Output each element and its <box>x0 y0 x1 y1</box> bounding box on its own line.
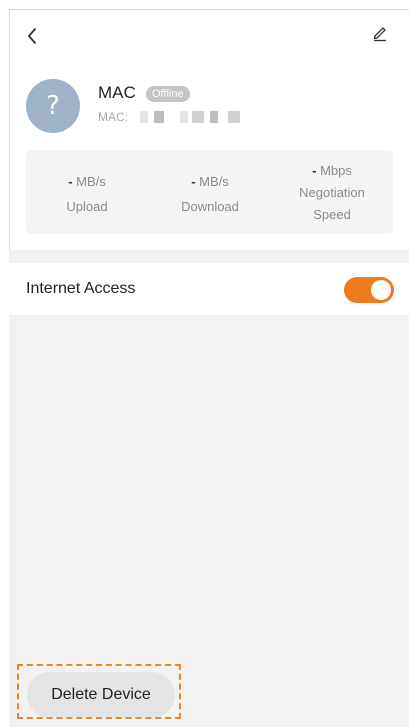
pencil-icon <box>373 27 386 42</box>
status-badge: Offline <box>146 86 190 102</box>
negotiation-unit: Mbps <box>320 163 352 178</box>
upload-unit: MB/s <box>76 174 106 189</box>
back-button[interactable] <box>26 27 44 49</box>
negotiation-stat: - Mbps Negotiation Speed <box>286 160 378 226</box>
negotiation-value: - <box>312 163 317 178</box>
mac-label: MAC: <box>98 110 128 124</box>
internet-access-toggle[interactable] <box>344 277 394 303</box>
download-value: - <box>191 174 196 189</box>
internet-access-row: Internet Access <box>9 263 409 315</box>
download-label: Download <box>181 199 239 214</box>
internet-access-label: Internet Access <box>26 280 136 297</box>
upload-value: - <box>68 174 73 189</box>
upload-stat: - MB/s Upload <box>41 171 133 218</box>
edit-button[interactable] <box>372 24 394 46</box>
chevron-left-icon <box>28 28 36 44</box>
download-stat: - MB/s Download <box>164 171 256 218</box>
negotiation-label-line1: Negotiation <box>299 185 365 200</box>
device-detail-page: ? MAC Offline MAC: - MB/s Upload - MB/s … <box>0 0 409 727</box>
download-unit: MB/s <box>199 174 229 189</box>
device-avatar: ? <box>26 79 80 133</box>
highlight-frame <box>17 664 181 719</box>
unknown-device-icon: ? <box>46 91 60 121</box>
negotiation-label-line2: Speed <box>313 207 351 222</box>
toggle-knob <box>371 280 391 300</box>
upload-label: Upload <box>66 199 108 214</box>
speed-stats-panel: - MB/s Upload - MB/s Download - Mbps Neg… <box>26 150 393 234</box>
device-name: MAC <box>98 83 136 102</box>
section-divider <box>9 250 409 263</box>
